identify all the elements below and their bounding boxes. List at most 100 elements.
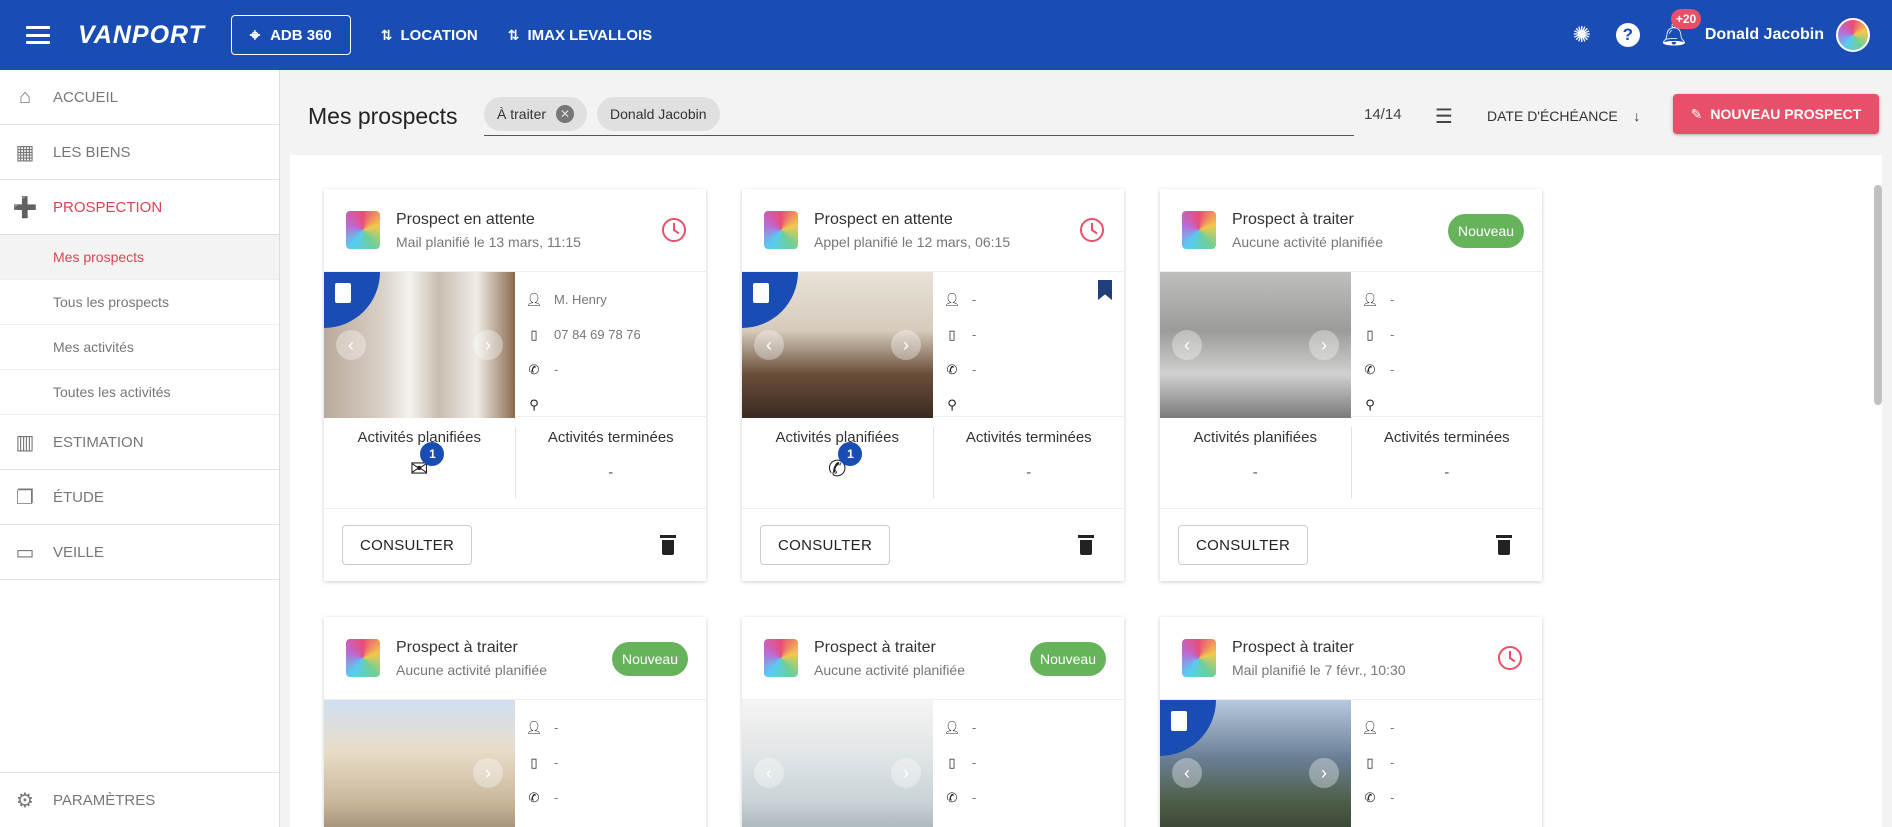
help-button[interactable]: ? bbox=[1615, 22, 1641, 48]
notification-badge: +20 bbox=[1670, 9, 1702, 29]
agency-logo bbox=[1182, 211, 1216, 249]
sidebar-item-parametres[interactable]: ⚙ PARAMÈTRES bbox=[0, 772, 279, 827]
location-pin-icon: ⚲ bbox=[1365, 396, 1375, 412]
result-count: 14/14 bbox=[1364, 106, 1402, 123]
sidebar-item-prospection[interactable]: ➕ PROSPECTION bbox=[0, 180, 279, 235]
property-photo[interactable]: ‹ › bbox=[1160, 700, 1351, 827]
sidebar-item-label: LES BIENS bbox=[53, 143, 131, 161]
sidebar-item-biens[interactable]: ▦ LES BIENS bbox=[0, 125, 279, 180]
new-badge: Nouveau bbox=[611, 642, 688, 676]
trash-icon[interactable] bbox=[660, 535, 676, 555]
consult-button[interactable]: CONSULTER bbox=[1178, 525, 1309, 565]
card-title: Prospect en attente bbox=[814, 210, 953, 228]
bulb-icon[interactable]: ✺ bbox=[1569, 22, 1595, 48]
filter-chip-user[interactable]: Donald Jacobin bbox=[597, 96, 720, 131]
sidebar-sub-tous-prospects[interactable]: Tous les prospects bbox=[0, 280, 279, 325]
consult-button[interactable]: CONSULTER bbox=[760, 525, 891, 565]
menu-icon[interactable] bbox=[26, 26, 50, 44]
sort-button[interactable]: DATE D'ÉCHÉANCE ↓ bbox=[1487, 108, 1640, 124]
cast-icon: ▭ bbox=[15, 541, 35, 564]
card-header: Prospect en attente Mail planifié le 13 … bbox=[324, 189, 706, 271]
sidebar-item-accueil[interactable]: ⌂ ACCUEIL bbox=[0, 70, 279, 125]
done-value: - bbox=[1026, 464, 1032, 481]
notifications-button[interactable]: 🔔︎ +20 bbox=[1660, 9, 1702, 48]
contact-info: 👤︎ M. Henry ▯ 07 84 69 78 76 ✆ - ⚲ bbox=[515, 272, 706, 416]
app-logo[interactable]: VANPORT bbox=[78, 21, 205, 50]
new-badge: Nouveau bbox=[1447, 214, 1524, 248]
chevron-left-icon[interactable]: ‹ bbox=[1172, 330, 1202, 360]
close-icon[interactable]: ✕ bbox=[556, 104, 575, 123]
filter-chip-status[interactable]: À traiter ✕ bbox=[484, 96, 588, 131]
new-prospect-button[interactable]: ✎ NOUVEAU PROSPECT bbox=[1673, 94, 1879, 134]
chevron-right-icon[interactable]: › bbox=[891, 330, 921, 360]
property-photo[interactable]: ‹ › bbox=[742, 272, 933, 418]
page-title: Mes prospects bbox=[308, 102, 458, 129]
property-photo[interactable]: ‹ › bbox=[324, 272, 515, 418]
chevron-right-icon[interactable]: › bbox=[1309, 758, 1339, 788]
card-subtitle: Mail planifié le 13 mars, 11:15 bbox=[396, 233, 581, 250]
sidebar-item-estimation[interactable]: ▥ ESTIMATION bbox=[0, 415, 279, 470]
card-activities: Activités planifiées ✆ 1 Activités termin… bbox=[742, 417, 1124, 509]
done-label: Activités terminées bbox=[1383, 429, 1510, 446]
contact-phone-row: ✆ - bbox=[523, 780, 706, 815]
contact-name: - bbox=[554, 720, 559, 735]
contact-phone: - bbox=[972, 790, 977, 805]
chevron-right-icon[interactable]: › bbox=[473, 330, 503, 360]
top-bar: VANPORT ⌖ ADB 360 ⇅ LOCATION ⇅ IMAX LEVA… bbox=[0, 0, 1892, 70]
chevron-right-icon[interactable]: › bbox=[473, 758, 503, 788]
person-add-icon: ➕ bbox=[12, 196, 38, 219]
chevron-left-icon[interactable]: ‹ bbox=[754, 758, 784, 788]
clock-icon bbox=[1080, 218, 1104, 242]
property-photo[interactable]: ‹ › bbox=[742, 700, 933, 827]
chevron-left-icon[interactable]: ‹ bbox=[336, 330, 366, 360]
new-badge: Nouveau bbox=[1029, 642, 1106, 676]
agency-logo bbox=[1182, 639, 1216, 677]
planned-value: - bbox=[1252, 464, 1258, 481]
agency-link[interactable]: ⇅ IMAX LEVALLOIS bbox=[508, 27, 652, 44]
adb360-button[interactable]: ⌖ ADB 360 bbox=[230, 15, 351, 55]
consult-button[interactable]: CONSULTER bbox=[342, 525, 473, 565]
chevron-right-icon[interactable]: › bbox=[891, 758, 921, 788]
user-name[interactable]: Donald Jacobin bbox=[1705, 26, 1824, 44]
phone-icon: ✆ bbox=[528, 789, 540, 805]
sidebar-item-etude[interactable]: ❐ ÉTUDE bbox=[0, 470, 279, 525]
sidebar-sub-mes-activites[interactable]: Mes activités bbox=[0, 325, 279, 370]
mail-icon[interactable]: ✉ 1 bbox=[410, 442, 445, 482]
sidebar-sub-toutes-activites[interactable]: Toutes les activités bbox=[0, 370, 279, 415]
done-label: Activités terminées bbox=[965, 429, 1092, 446]
contact-phone-row: ✆ - bbox=[941, 352, 1124, 387]
prospect-list[interactable]: Prospect en attente Mail planifié le 13 … bbox=[290, 155, 1882, 827]
card-body: ‹ › 👤︎- ▯- ✆- ⚲ bbox=[742, 699, 1124, 827]
property-photo[interactable]: ‹ › bbox=[1160, 272, 1351, 418]
contact-name-row: 👤︎ - bbox=[1359, 710, 1542, 745]
trash-icon[interactable] bbox=[1496, 535, 1512, 555]
scrollbar[interactable] bbox=[1874, 185, 1882, 405]
contact-name: - bbox=[972, 720, 977, 735]
sidebar-sub-mes-prospects[interactable]: Mes prospects bbox=[0, 235, 279, 280]
contact-name: - bbox=[1390, 292, 1395, 307]
card-header: Prospect à traiter Aucune activité plani… bbox=[742, 617, 1124, 699]
card-body: ‹ › 👤︎- ▯- ✆- ⚲ bbox=[1160, 699, 1542, 827]
chevron-right-icon[interactable]: › bbox=[1309, 330, 1339, 360]
sidebar-item-veille[interactable]: ▭ VEILLE bbox=[0, 525, 279, 580]
agency-logo bbox=[764, 639, 798, 677]
filter-icon[interactable]: ☰ bbox=[1435, 104, 1453, 129]
person-icon: 👤︎ bbox=[525, 719, 543, 735]
person-icon: 👤︎ bbox=[1361, 719, 1379, 735]
location-link[interactable]: ⇅ LOCATION bbox=[381, 27, 478, 44]
person-icon: 👤︎ bbox=[525, 291, 543, 307]
contact-name-row: 👤︎ - bbox=[1359, 282, 1542, 317]
property-photo[interactable]: › bbox=[324, 700, 515, 827]
filter-bar[interactable]: À traiter ✕ Donald Jacobin bbox=[484, 92, 1354, 136]
sidebar-item-label: ACCUEIL bbox=[53, 88, 119, 106]
contact-name-row: 👤︎ - bbox=[941, 282, 1124, 317]
user-avatar[interactable] bbox=[1836, 18, 1870, 52]
card-header: Prospect à traiter Aucune activité plani… bbox=[1160, 189, 1542, 271]
sort-label: DATE D'ÉCHÉANCE bbox=[1487, 108, 1618, 124]
card-body: ‹ › 👤︎- ▯- ✆- ⚲ bbox=[1160, 271, 1542, 418]
card-subtitle: Appel planifié le 12 mars, 06:15 bbox=[814, 233, 1011, 250]
chevron-left-icon[interactable]: ‹ bbox=[1172, 758, 1202, 788]
phone-call-icon[interactable]: ✆ 1 bbox=[828, 442, 863, 482]
chevron-left-icon[interactable]: ‹ bbox=[754, 330, 784, 360]
trash-icon[interactable] bbox=[1078, 535, 1094, 555]
